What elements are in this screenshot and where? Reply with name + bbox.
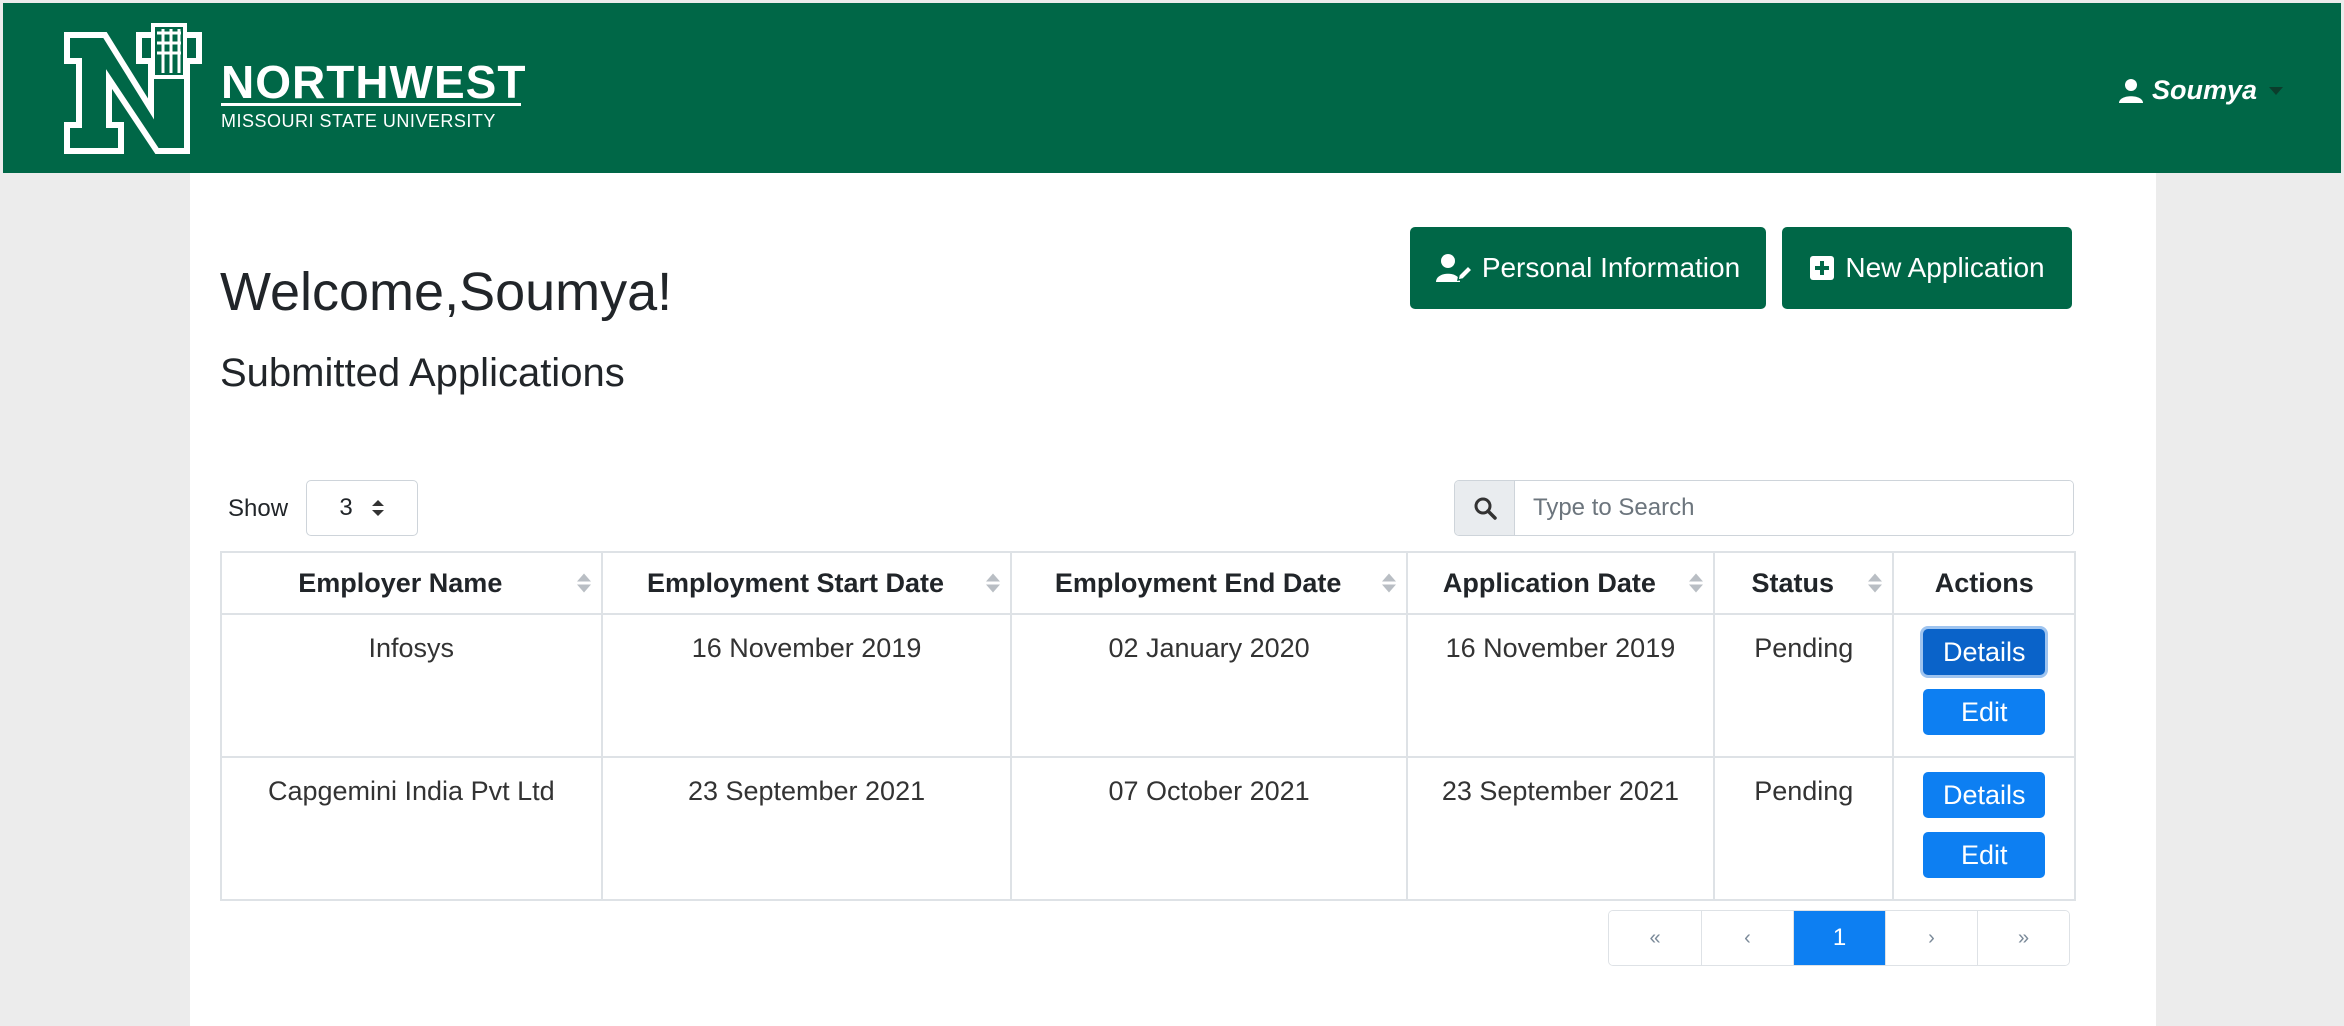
pagination-first[interactable]: « <box>1609 911 1701 965</box>
search-icon <box>1474 497 1497 520</box>
cell-start-date: 23 September 2021 <box>600 756 1013 901</box>
table-row: Infosys 16 November 2019 02 January 2020… <box>220 613 2076 758</box>
pagination-last[interactable]: » <box>1977 911 2069 965</box>
cell-end-date: 07 October 2021 <box>1010 756 1408 901</box>
n-logo-icon <box>64 23 202 154</box>
show-entries-label: Show <box>228 495 289 522</box>
new-application-button[interactable]: New Application <box>1782 227 2072 309</box>
edit-button[interactable]: Edit <box>1923 689 2046 735</box>
section-title: Submitted Applications <box>220 351 625 395</box>
column-header-actions: Actions <box>1892 551 2076 615</box>
chevron-down-icon <box>2269 86 2283 95</box>
search-input[interactable] <box>1515 481 2073 535</box>
edit-button[interactable]: Edit <box>1923 832 2046 878</box>
plus-square-icon <box>1810 256 1835 280</box>
column-header-end-date[interactable]: Employment End Date <box>1010 551 1408 615</box>
brand-divider <box>221 103 521 106</box>
user-menu-toggle[interactable]: Soumya <box>2118 75 2283 106</box>
applications-table: Employer Name Employment Start Date Empl… <box>220 551 2076 901</box>
main-content: Welcome,Soumya! Submitted Applications P… <box>190 173 2156 1026</box>
sort-icon <box>576 573 591 593</box>
sort-arrows-icon <box>371 500 384 516</box>
new-application-label: New Application <box>1845 252 2045 283</box>
sort-icon <box>1689 573 1704 593</box>
cell-application-date: 16 November 2019 <box>1405 613 1716 758</box>
cell-status: Pending <box>1713 756 1895 901</box>
show-entries-select[interactable]: 3 <box>306 480 418 536</box>
personal-information-button[interactable]: Personal Information <box>1410 227 1766 309</box>
column-header-start-date[interactable]: Employment Start Date <box>600 551 1013 615</box>
cell-start-date: 16 November 2019 <box>600 613 1013 758</box>
sort-icon <box>1868 573 1883 593</box>
column-header-employer[interactable]: Employer Name <box>220 551 603 615</box>
column-header-application-date[interactable]: Application Date <box>1405 551 1716 615</box>
cell-application-date: 23 September 2021 <box>1405 756 1716 901</box>
search-button[interactable] <box>1455 481 1515 535</box>
cell-actions: Details Edit <box>1892 756 2076 901</box>
northwest-logo[interactable]: NORTHWEST MISSOURI STATE UNIVERSITY <box>61 23 525 163</box>
pagination-next[interactable]: › <box>1885 911 1977 965</box>
table-row: Capgemini India Pvt Ltd 23 September 202… <box>220 756 2076 901</box>
page-title: Welcome,Soumya! <box>220 262 673 322</box>
pagination: « ‹ 1 › » <box>1608 910 2070 966</box>
user-edit-icon <box>1435 254 1472 282</box>
brand-wordmark: NORTHWEST <box>221 56 527 108</box>
top-navbar: NORTHWEST MISSOURI STATE UNIVERSITY Soum… <box>3 3 2341 173</box>
cell-end-date: 02 January 2020 <box>1010 613 1408 758</box>
cell-employer: Capgemini India Pvt Ltd <box>220 756 603 901</box>
details-button[interactable]: Details <box>1923 772 2046 818</box>
search-group <box>1454 480 2074 536</box>
cell-employer: Infosys <box>220 613 603 758</box>
sort-icon <box>986 573 1001 593</box>
details-button[interactable]: Details <box>1923 629 2046 675</box>
column-header-status[interactable]: Status <box>1713 551 1895 615</box>
brand-subtitle: MISSOURI STATE UNIVERSITY <box>221 111 496 131</box>
show-entries-value: 3 <box>339 494 353 521</box>
cell-actions: Details Edit <box>1892 613 2076 758</box>
user-icon <box>2118 78 2143 103</box>
table-header-row: Employer Name Employment Start Date Empl… <box>220 551 2076 615</box>
pagination-page-1[interactable]: 1 <box>1793 911 1885 965</box>
cell-status: Pending <box>1713 613 1895 758</box>
sort-icon <box>1381 573 1396 593</box>
user-name: Soumya <box>2151 75 2257 105</box>
personal-information-label: Personal Information <box>1481 252 1741 283</box>
pagination-prev[interactable]: ‹ <box>1701 911 1793 965</box>
